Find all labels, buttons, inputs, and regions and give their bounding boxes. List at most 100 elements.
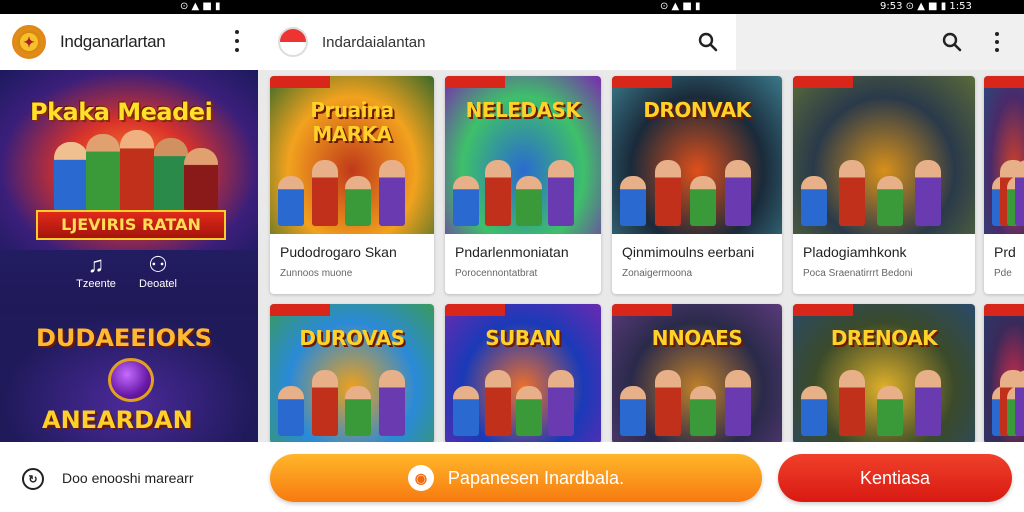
toolbar-right	[736, 14, 1024, 70]
game-card[interactable]: DUROVAS	[270, 304, 434, 444]
cover-character	[655, 370, 681, 436]
cover-character	[547, 370, 574, 436]
cover-character	[484, 160, 511, 226]
cover-character	[378, 160, 405, 226]
game-card[interactable]: Pruaina MARKA Pudodrogaro Skan Zunnoos muo…	[270, 76, 434, 294]
banner-subtitle: ANEARDAN	[42, 406, 193, 434]
orb-art	[108, 358, 154, 402]
refresh-icon[interactable]: ↻	[22, 468, 44, 490]
cover-tag	[445, 76, 505, 88]
sidebar-header: ✦ Indganarlartan	[0, 14, 258, 70]
cover-tag	[984, 304, 1024, 316]
cover-character	[839, 370, 865, 436]
status-bar: ⊙ ▲ ■ ▮ ⊙ ▲ ■ ▮ 9:53 ⊙ ▲ ■ ▮ 1:53	[0, 0, 1024, 14]
game-card[interactable]: Prd Pde	[984, 76, 1024, 294]
game-cover-art: DRENOAK	[793, 304, 975, 444]
cover-tag	[612, 304, 672, 316]
cover-character	[915, 160, 941, 226]
overflow-menu-icon[interactable]	[234, 30, 240, 52]
cover-tag	[793, 304, 853, 316]
footer-status-text: Doo enooshi marearr	[62, 470, 194, 486]
status-glyphs: ⊙ ▲ ■ ▮	[660, 1, 701, 12]
status-icons-right: 9:53 ⊙ ▲ ■ ▮ 1:53	[880, 1, 972, 12]
store-main: Indardaialantan Pruaina MARKA Pudodrogaro…	[258, 14, 1024, 444]
game-card[interactable]: NELEDASK Pndarlenmoniatan Porocennontatbra…	[445, 76, 601, 294]
featured-banner-bottom[interactable]: DUDAEEIOKS ANEARDAN	[0, 314, 258, 442]
cover-tag	[445, 304, 505, 316]
cover-character	[453, 176, 479, 226]
primary-action-button[interactable]: ◉ Papanesen Inardbala.	[270, 454, 762, 502]
button-badge-icon: ◉	[407, 465, 434, 491]
cover-tag	[984, 76, 1024, 88]
game-subtitle: Pde	[994, 268, 1012, 279]
cover-tag	[270, 76, 330, 88]
app-title: Indganarlartan	[60, 32, 166, 51]
cover-character	[484, 370, 511, 436]
cover-character	[725, 160, 751, 226]
cover-title: NNOAES	[651, 326, 743, 350]
game-title: Qinmimoulns eerbani	[622, 244, 755, 260]
game-card[interactable]: DRONVAK Qinmimoulns eerbani Zonaigermoona	[612, 76, 782, 294]
cover-character	[278, 176, 304, 226]
cover-title: DRENOAK	[830, 326, 938, 350]
game-cover-art: SUBAN	[445, 304, 601, 444]
game-cover-art	[793, 76, 975, 234]
game-cover-art: NNOAES	[612, 304, 782, 444]
cover-character	[877, 176, 903, 226]
game-title: Prd	[994, 244, 1016, 260]
quick-action-label: Deoatel	[139, 278, 177, 290]
cover-character	[620, 386, 646, 436]
cover-character	[725, 370, 751, 436]
secondary-action-button[interactable]: Kentiasa	[778, 454, 1012, 502]
cover-tag	[612, 76, 672, 88]
search-input[interactable]: Indardaialantan	[322, 34, 425, 51]
search-icon[interactable]	[698, 32, 718, 57]
cover-character	[516, 386, 542, 436]
cover-character	[915, 370, 941, 436]
cover-character	[655, 160, 681, 226]
cover-character	[620, 176, 646, 226]
cover-character	[839, 160, 865, 226]
banner-heroes-art	[54, 130, 218, 212]
search-icon[interactable]	[942, 32, 962, 57]
game-card[interactable]	[984, 304, 1024, 444]
quick-action-game[interactable]: ⚇ Deoatel	[118, 252, 198, 290]
game-cover-art: NELEDASK	[445, 76, 601, 234]
cover-character	[690, 176, 716, 226]
game-card[interactable]: DRENOAK	[793, 304, 975, 444]
status-glyphs: ⊙ ▲ ■ ▮	[180, 1, 221, 12]
game-subtitle: Porocennontatbrat	[455, 268, 538, 279]
quick-action-label: Tzeente	[76, 278, 116, 290]
quick-actions: ♫ Tzeente ⚇ Deoatel	[0, 252, 258, 312]
cover-character	[1014, 160, 1024, 226]
game-cover-art: DUROVAS	[270, 304, 434, 444]
featured-banner-top[interactable]: Pkaka Meadei LJEVIRIS RATAN	[0, 70, 258, 250]
cover-character	[1014, 370, 1024, 436]
cover-character	[311, 160, 338, 226]
cover-title: NELEDASK	[465, 98, 581, 122]
search-bar[interactable]: Indardaialantan	[258, 14, 736, 70]
cover-character	[547, 160, 574, 226]
app-logo-icon[interactable]: ✦	[12, 25, 46, 59]
cover-character	[453, 386, 479, 436]
gamepad-icon: ⚇	[148, 252, 168, 277]
game-title: Pudodrogaro Skan	[280, 244, 397, 260]
cover-character	[311, 370, 338, 436]
cover-character	[877, 386, 903, 436]
cover-character	[378, 370, 405, 436]
sidebar-panel: ✦ Indganarlartan Pkaka Meadei LJEVIRIS R…	[0, 14, 258, 442]
cover-title: SUBAN	[485, 326, 561, 350]
cover-character	[516, 176, 542, 226]
game-card[interactable]: NNOAES	[612, 304, 782, 444]
game-cover-art	[984, 304, 1024, 444]
cover-character	[801, 176, 827, 226]
overflow-menu-icon[interactable]	[994, 32, 1000, 52]
cover-tag	[793, 76, 853, 88]
cover-title: Pruaina MARKA	[310, 98, 394, 146]
game-card[interactable]: SUBAN	[445, 304, 601, 444]
cover-character	[345, 386, 371, 436]
game-title: Pndarlenmoniatan	[455, 244, 569, 260]
game-cover-art: Pruaina MARKA	[270, 76, 434, 234]
cover-title: DUROVAS	[299, 326, 405, 350]
game-card[interactable]: Pladogiamhkonk Poca Sraenatirrrt Bedoni	[793, 76, 975, 294]
